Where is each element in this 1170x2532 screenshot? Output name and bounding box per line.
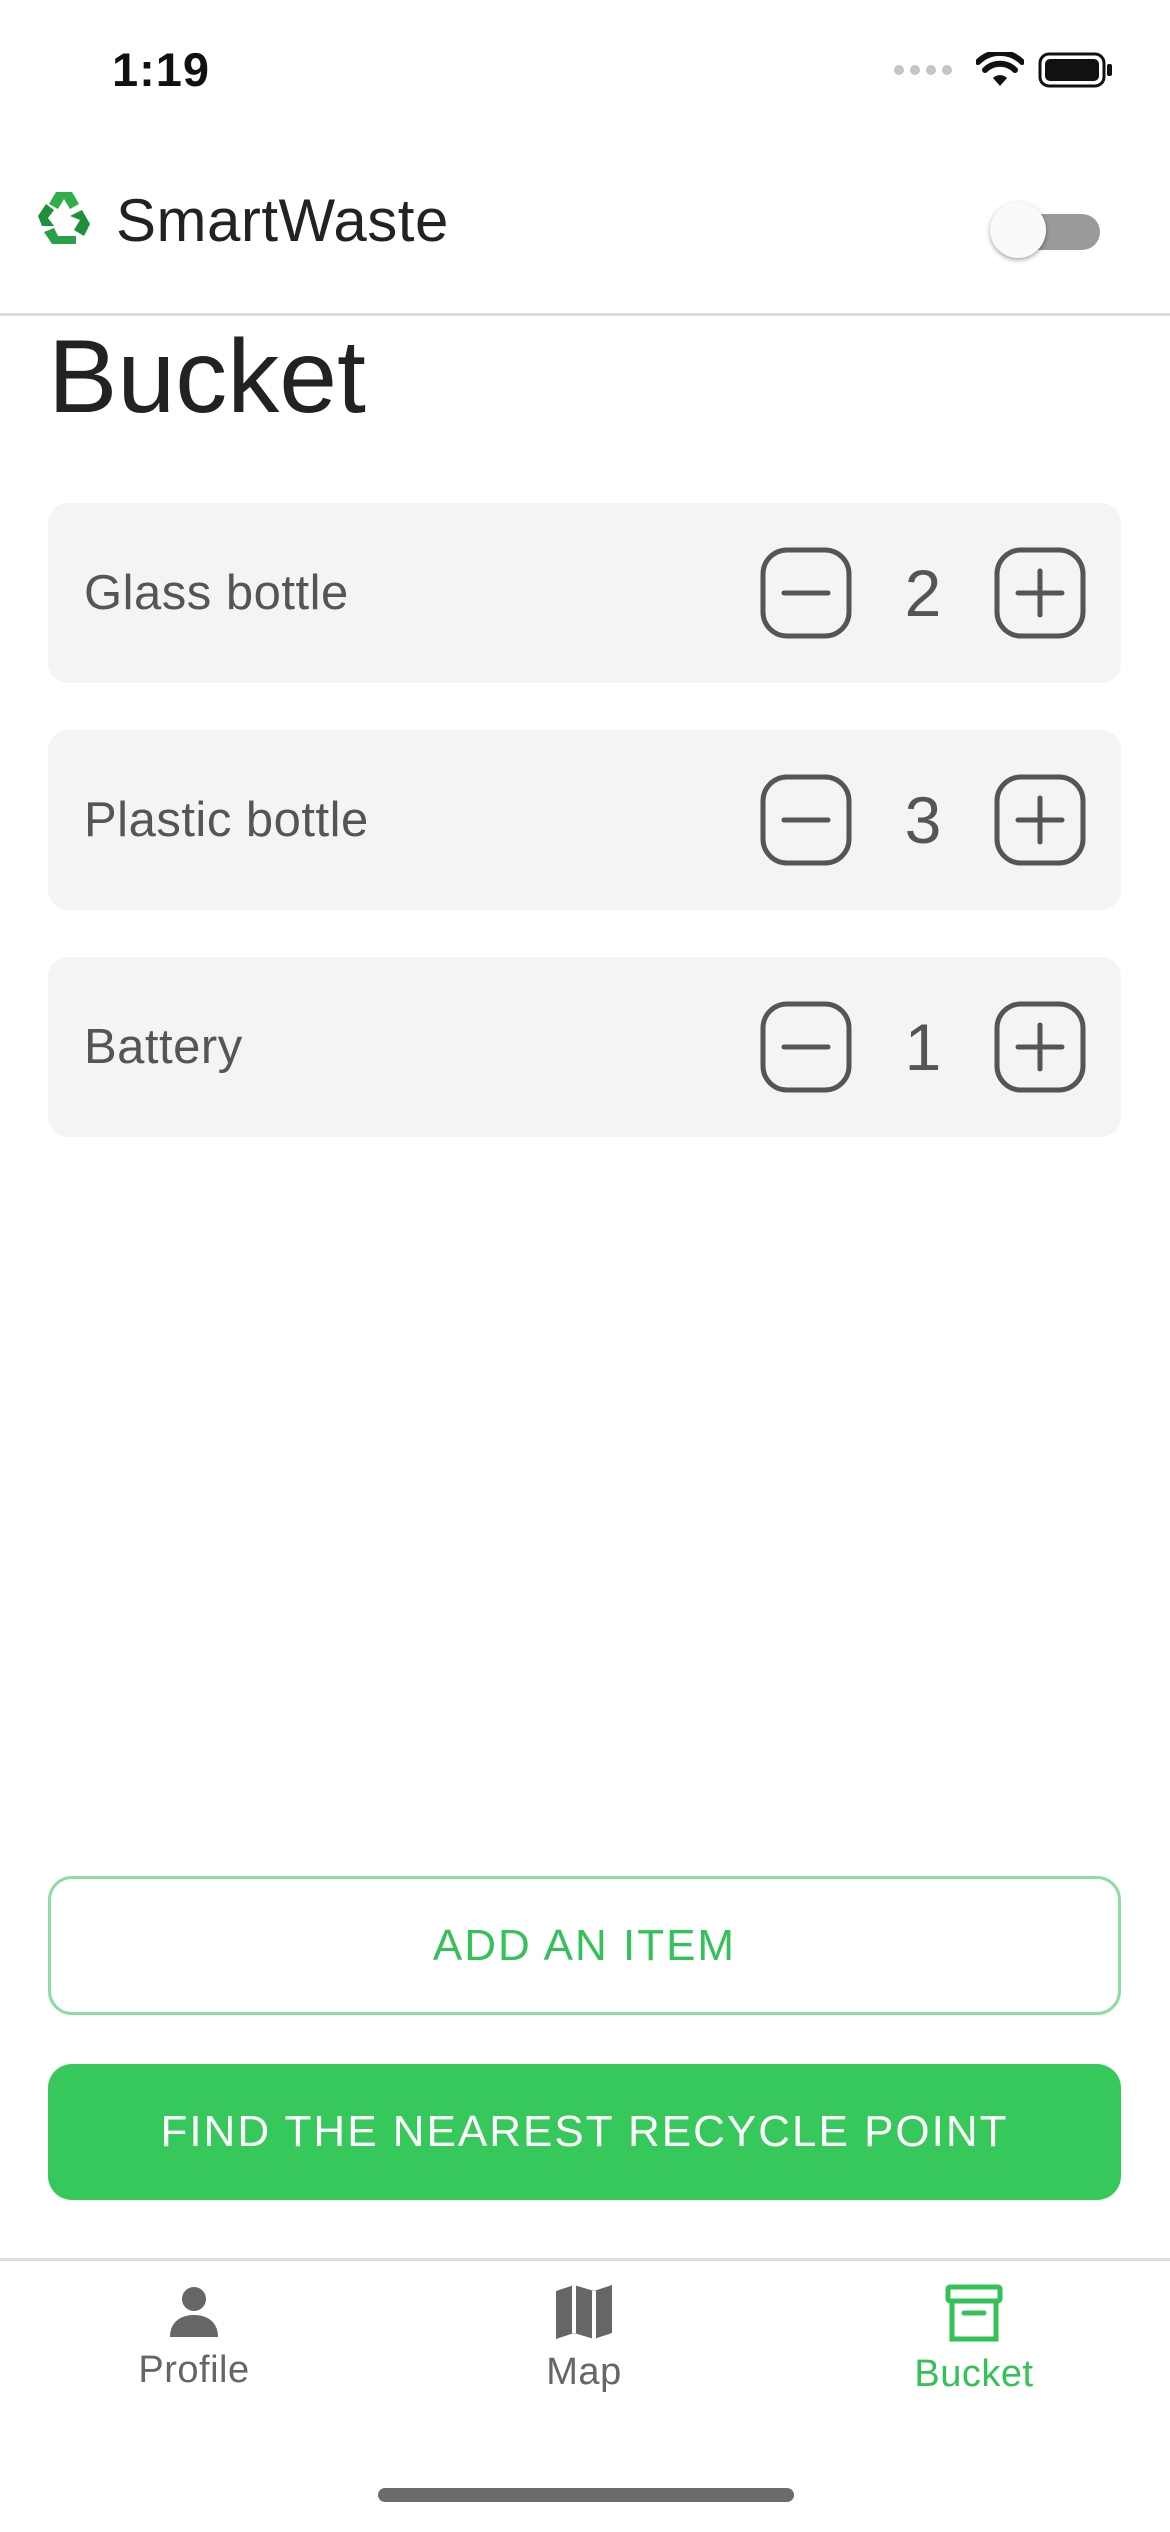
item-quantity: 1: [904, 1010, 942, 1084]
battery-icon: [1038, 52, 1112, 88]
increment-button[interactable]: [994, 547, 1086, 639]
map-icon: [556, 2285, 612, 2339]
nav-item-map[interactable]: Map: [434, 2283, 734, 2413]
bucket-item-list: Glass bottle 2 Plastic bottle 3 Battery …: [48, 503, 1121, 1184]
item-name: Glass bottle: [84, 566, 349, 620]
status-icons: [894, 52, 1114, 88]
add-item-button[interactable]: ADD AN ITEM: [48, 1876, 1121, 2015]
page-title: Bucket: [48, 319, 366, 435]
decrement-button[interactable]: [760, 1001, 852, 1093]
item-quantity: 3: [904, 783, 942, 857]
find-recycle-point-button[interactable]: FIND THE NEAREST RECYCLE POINT: [48, 2064, 1121, 2200]
toggle-thumb: [990, 202, 1046, 258]
increment-button[interactable]: [994, 774, 1086, 866]
item-name: Battery: [84, 1020, 243, 1074]
app-title: SmartWaste: [116, 187, 449, 254]
nav-label-bucket: Bucket: [914, 2353, 1034, 2395]
item-name: Plastic bottle: [84, 793, 369, 847]
cellular-signal-icon: [894, 65, 952, 75]
archive-box-icon: [945, 2284, 1003, 2342]
wifi-icon: [976, 52, 1024, 86]
bucket-item-card: Plastic bottle 3: [48, 730, 1121, 910]
bucket-item-card: Glass bottle 2: [48, 503, 1121, 683]
status-bar: 1:19: [0, 0, 1170, 150]
decrement-button[interactable]: [760, 774, 852, 866]
increment-button[interactable]: [994, 1001, 1086, 1093]
nav-item-profile[interactable]: Profile: [44, 2283, 344, 2413]
nav-item-bucket[interactable]: Bucket: [824, 2283, 1124, 2413]
nav-label-profile: Profile: [138, 2349, 250, 2391]
status-time: 1:19: [112, 43, 211, 96]
item-quantity: 2: [904, 556, 942, 630]
bucket-screen: 1:19 SmartWaste Bucket Glass bottle 2 Pl…: [0, 0, 1170, 2532]
bucket-item-card: Battery 1: [48, 957, 1121, 1137]
theme-toggle[interactable]: [990, 202, 1106, 258]
home-indicator: [378, 2488, 794, 2502]
nav-label-map: Map: [546, 2351, 622, 2393]
decrement-button[interactable]: [760, 547, 852, 639]
recycle-logo-icon: [38, 192, 90, 244]
person-icon: [170, 2287, 218, 2337]
app-header: SmartWaste: [0, 150, 1170, 316]
